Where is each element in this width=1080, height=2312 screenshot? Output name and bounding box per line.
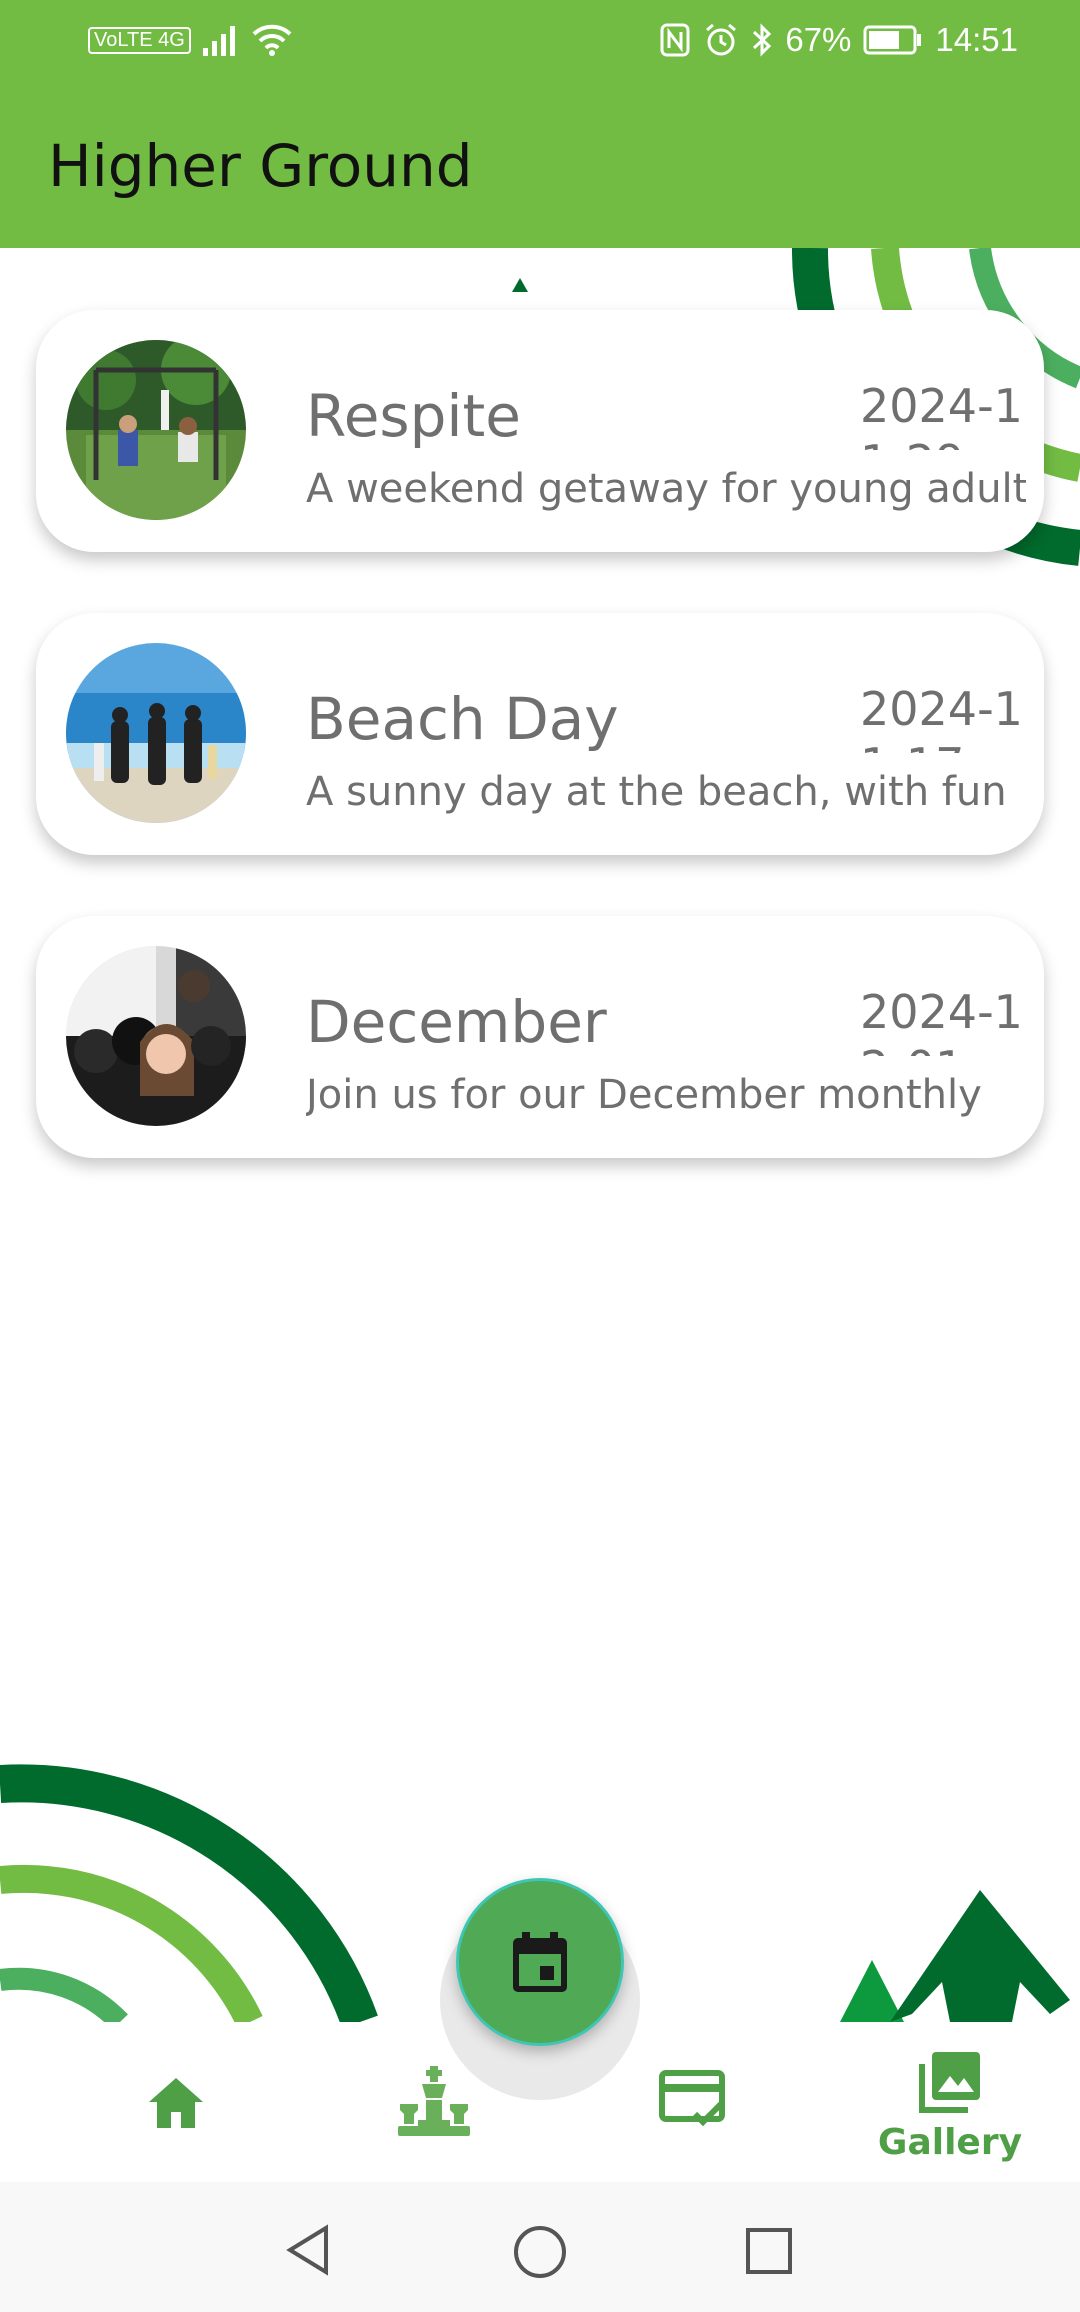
home-icon — [149, 2078, 203, 2128]
nav-label-gallery: Gallery — [877, 2122, 1023, 2163]
background-decoration-bottom-left — [0, 1764, 378, 2022]
chess-icon — [398, 2066, 470, 2136]
calendar-icon — [513, 1932, 567, 1992]
event-card[interactable]: Respite 2024-11-29 A weekend getaway for… — [36, 310, 1044, 552]
clock: 14:51 — [935, 21, 1018, 58]
app-bar: VoLTE 4G 67% 14:51 Higher Ground — [0, 0, 1080, 248]
event-date: 2024-11-29 — [860, 379, 1023, 450]
alarm-icon — [706, 23, 737, 56]
gallery-icon — [919, 2052, 980, 2113]
recents-icon[interactable] — [744, 2226, 794, 2276]
event-title: December — [306, 988, 607, 1056]
network-indicator: VoLTE 4G — [88, 26, 191, 54]
battery-icon — [863, 25, 922, 55]
page-title: Higher Ground — [48, 132, 473, 200]
event-image-swing — [66, 340, 246, 520]
event-card[interactable]: Beach Day 2024-11-17 A sunny day at the … — [36, 613, 1044, 855]
status-bar: VoLTE 4G 67% 14:51 — [0, 0, 1080, 84]
nav-item-gallery[interactable]: Gallery — [860, 2050, 1040, 2180]
event-description: A weekend getaway for young adults — [306, 466, 1026, 512]
wifi-icon — [252, 24, 292, 56]
event-card[interactable]: December 2024-12-01 Join us for our Dece… — [36, 916, 1044, 1158]
event-image-beach — [66, 643, 246, 823]
bluetooth-icon — [753, 23, 772, 57]
background-decoration-trees — [840, 1890, 1070, 2022]
calendar-fab[interactable] — [456, 1878, 624, 2046]
home-button-icon[interactable] — [512, 2224, 568, 2280]
event-date: 2024-12-01 — [860, 985, 1023, 1056]
nfc-icon — [660, 23, 690, 57]
back-icon[interactable] — [284, 2224, 332, 2276]
event-image-group — [66, 946, 246, 1126]
event-description: A sunny day at the beach, with fun — [306, 769, 1007, 815]
signal-icon — [202, 26, 235, 56]
nav-item-registrations[interactable] — [602, 2070, 782, 2200]
battery-percentage: 67% — [785, 21, 852, 58]
event-date: 2024-11-17 — [860, 682, 1023, 753]
event-title: Respite — [306, 382, 521, 450]
event-description: Join us for our December monthly — [306, 1072, 982, 1118]
card-check-icon — [659, 2070, 725, 2127]
event-title: Beach Day — [306, 685, 619, 753]
system-navigation-bar — [0, 2182, 1080, 2312]
